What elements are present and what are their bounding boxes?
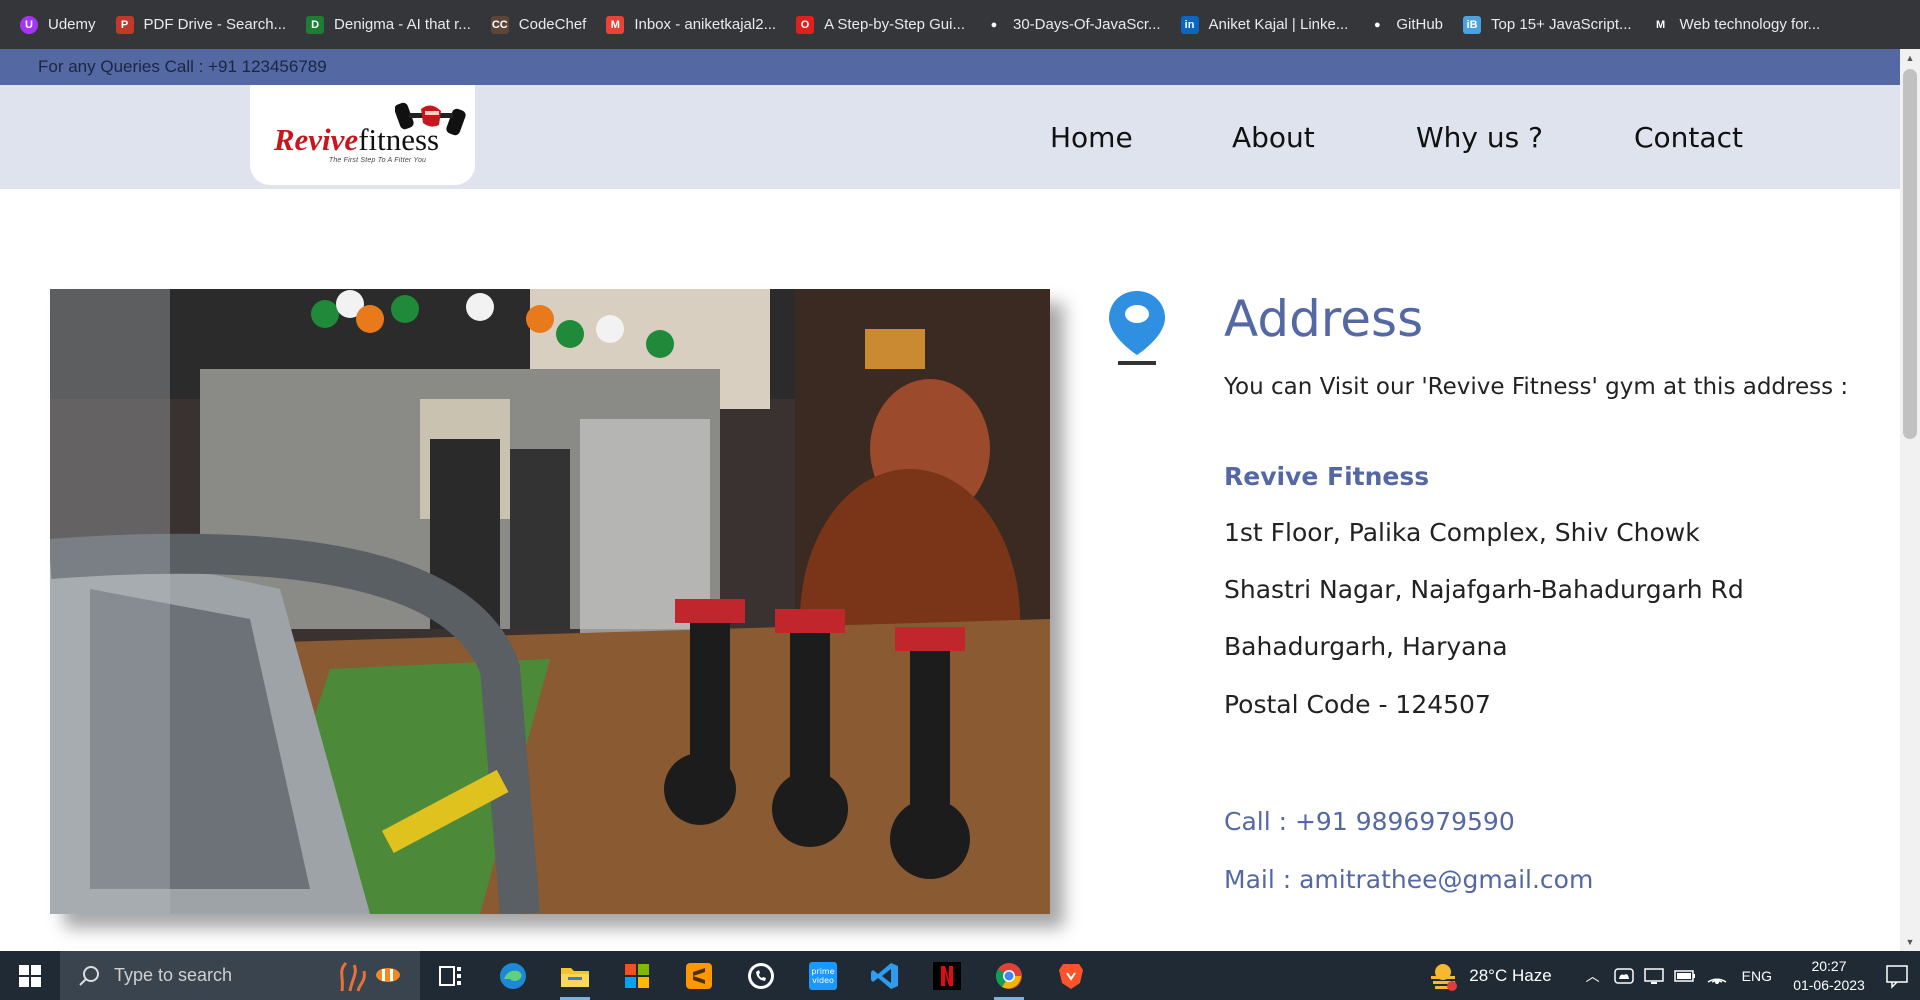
search-highlight-coral-icon — [340, 961, 400, 992]
search-icon — [79, 965, 99, 986]
bookmark-label: A Step-by-Step Gui... — [824, 16, 965, 33]
chrome-icon[interactable] — [978, 951, 1040, 1000]
bookmark-item[interactable]: M Inbox - aniketkajal2... — [602, 9, 786, 41]
bookmark-item[interactable]: D Denigma - AI that r... — [302, 9, 481, 41]
logo-word-revive: Revive — [273, 122, 359, 157]
chevron-up-icon[interactable]: ︿ — [1586, 966, 1600, 986]
scroll-down-arrow-icon[interactable]: ▼ — [1900, 933, 1920, 951]
bookmark-item[interactable]: P PDF Drive - Search... — [112, 9, 297, 41]
task-view-icon[interactable] — [420, 951, 482, 1000]
bookmark-label: Top 15+ JavaScript... — [1491, 16, 1632, 33]
bookmarks-bar: U Udemy P PDF Drive - Search... D Denigma - A… — [0, 0, 1920, 49]
nav-why-us[interactable]: Why us ? — [1416, 121, 1543, 154]
file-explorer-icon[interactable] — [544, 951, 606, 1000]
address-heading: Address — [1224, 290, 1424, 348]
language-indicator[interactable]: ENG — [1742, 968, 1772, 984]
bookmark-item[interactable]: ● GitHub — [1364, 9, 1453, 41]
bookmark-label: CodeChef — [518, 16, 587, 33]
call-link[interactable]: Call : +91 9896979590 — [1224, 807, 1515, 836]
page-scrollbar[interactable]: ▲ ▼ — [1900, 49, 1920, 951]
top-contact-strip: For any Queries Call : +91 123456789 — [0, 49, 1900, 85]
gym-interior-photo — [50, 289, 1050, 914]
postal-code: Postal Code - 124507 — [1224, 690, 1491, 719]
bookmark-item[interactable]: U Udemy — [16, 9, 106, 41]
bookmark-item[interactable]: iB Top 15+ JavaScript... — [1459, 9, 1642, 41]
bookmark-label: Denigma - AI that r... — [334, 16, 471, 33]
bookmark-label: Inbox - aniketkajal2... — [634, 16, 777, 33]
prime-video-icon[interactable]: prime video — [792, 951, 854, 1000]
pdfdrive-icon: P — [115, 15, 134, 34]
svg-text:prime: prime — [811, 967, 834, 976]
weather-haze-icon — [1431, 963, 1458, 991]
clock-date: 01-06-2023 — [1793, 976, 1865, 993]
wifi-icon[interactable] — [1706, 967, 1728, 985]
system-tray: 28°C Haze ︿ ENG 20:27 01-06-2023 — [1427, 951, 1920, 1000]
bookmark-label: Web technology for... — [1679, 16, 1821, 33]
opera-icon: O — [796, 15, 815, 34]
microsoft-store-icon[interactable] — [606, 951, 668, 1000]
nav-home[interactable]: Home — [1050, 121, 1133, 154]
bookmark-label: PDF Drive - Search... — [143, 16, 287, 33]
codechef-icon: CC — [490, 15, 509, 34]
bookmark-item[interactable]: in Aniket Kajal | Linke... — [1177, 9, 1359, 41]
windows-taskbar: Type to search prime video 28°C Haze ︿ E… — [0, 951, 1920, 1000]
bookmark-item[interactable]: O A Step-by-Step Gui... — [792, 9, 975, 41]
logo-tagline: The First Step To A Fitter You — [328, 157, 427, 164]
location-pin-icon — [1109, 291, 1165, 365]
mdn-icon: M — [1655, 18, 1666, 31]
notification-center-icon[interactable] — [1874, 951, 1920, 1000]
interviewbit-icon: iB — [1463, 15, 1482, 34]
site-header: Revivefitness The First Step To A Fitter… — [0, 85, 1900, 189]
dumbbell-icon — [395, 102, 466, 136]
github-icon: ● — [1374, 18, 1381, 31]
bookmark-label: Udemy — [48, 16, 96, 33]
taskbar-search[interactable]: Type to search — [60, 951, 420, 1000]
github-icon: ● — [990, 18, 998, 31]
site-logo[interactable]: Revivefitness The First Step To A Fitter… — [250, 85, 475, 185]
udemy-icon: U — [20, 15, 38, 34]
scroll-thumb[interactable] — [1903, 69, 1917, 439]
scroll-up-arrow-icon[interactable]: ▲ — [1900, 49, 1920, 67]
bookmark-label: Aniket Kajal | Linke... — [1208, 16, 1349, 33]
mail-link[interactable]: Mail : amitrathee@gmail.com — [1224, 865, 1593, 894]
top-contact-text: For any Queries Call : +91 123456789 — [38, 57, 327, 76]
weather-text: 28°C Haze — [1469, 965, 1552, 985]
address-line: Bahadurgarh, Haryana — [1224, 632, 1508, 661]
bookmark-item[interactable]: CC CodeChef — [487, 9, 597, 41]
brave-browser-icon[interactable] — [1040, 951, 1102, 1000]
battery-icon[interactable] — [1673, 968, 1696, 984]
gym-photo-illustration — [50, 289, 1050, 914]
nav-contact[interactable]: Contact — [1634, 121, 1743, 154]
system-clock[interactable]: 20:27 01-06-2023 — [1784, 957, 1874, 995]
vscode-icon[interactable] — [854, 951, 916, 1000]
bookmark-label: 30-Days-Of-JavaScr... — [1012, 16, 1161, 33]
address-intro: You can Visit our 'Revive Fitness' gym a… — [1224, 374, 1849, 400]
windows-logo-icon — [19, 964, 41, 987]
display-icon[interactable] — [1643, 967, 1664, 985]
denigma-icon: D — [306, 15, 325, 34]
address-line: Shastri Nagar, Najafgarh-Bahadurgarh Rd — [1224, 575, 1744, 604]
address-line: 1st Floor, Palika Complex, Shiv Chowk — [1224, 518, 1700, 547]
clock-time: 20:27 — [1811, 957, 1847, 974]
sublime-text-icon[interactable] — [668, 951, 730, 1000]
bookmark-item[interactable]: ● 30-Days-Of-JavaScr... — [981, 9, 1171, 41]
onedrive-icon[interactable] — [1613, 967, 1634, 985]
svg-text:video: video — [812, 976, 834, 985]
edge-browser-icon[interactable] — [482, 951, 544, 1000]
bookmark-item[interactable]: M Web technology for... — [1648, 9, 1831, 41]
start-button[interactable] — [0, 951, 60, 1000]
linkedin-icon: in — [1180, 15, 1199, 34]
netflix-icon[interactable] — [916, 951, 978, 1000]
whatsapp-icon[interactable] — [730, 951, 792, 1000]
search-placeholder: Type to search — [114, 965, 233, 985]
weather-widget[interactable]: 28°C Haze — [1427, 960, 1552, 992]
gym-name: Revive Fitness — [1224, 462, 1430, 491]
bookmark-label: GitHub — [1396, 16, 1444, 33]
gmail-icon: M — [606, 15, 625, 34]
nav-about[interactable]: About — [1232, 121, 1315, 154]
